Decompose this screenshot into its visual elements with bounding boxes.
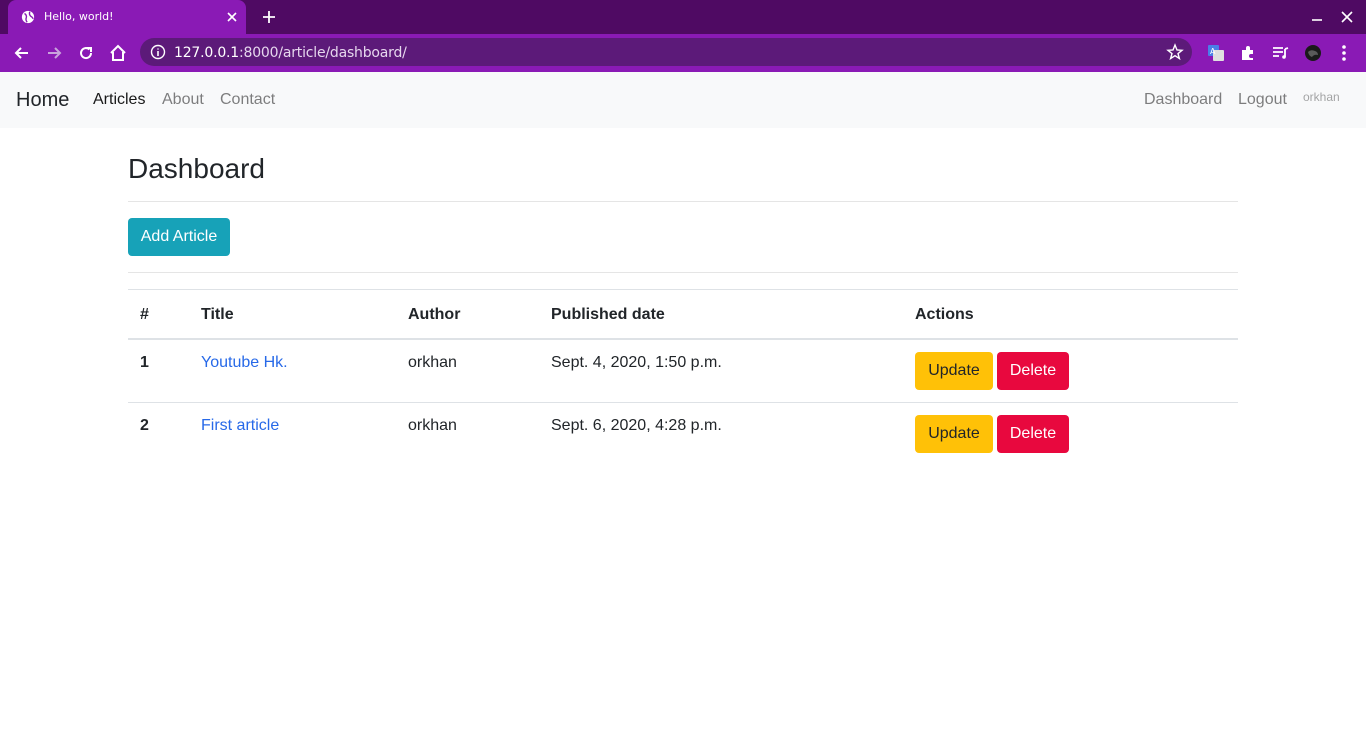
menu-kebab-icon[interactable] <box>1334 43 1354 63</box>
browser-toolbar: 127.0.0.1:8000/article/dashboard/ A <box>0 34 1366 72</box>
browser-tab-bar: Hello, world! <box>0 0 1366 34</box>
current-username: orkhan <box>1303 90 1340 104</box>
delete-button[interactable]: Delete <box>997 352 1069 390</box>
minimize-icon[interactable] <box>1310 10 1324 24</box>
home-icon[interactable] <box>108 43 128 63</box>
extensions-puzzle-icon[interactable] <box>1238 43 1258 63</box>
update-button[interactable]: Update <box>915 415 993 453</box>
info-icon[interactable] <box>150 44 166 60</box>
divider <box>128 201 1238 202</box>
media-queue-icon[interactable] <box>1270 43 1290 63</box>
url-host: 127.0.0.1 <box>174 45 239 61</box>
brand-home-link[interactable]: Home <box>16 89 69 112</box>
column-header-number: # <box>140 306 149 323</box>
column-header-title: Title <box>201 306 234 323</box>
new-tab-icon[interactable] <box>261 9 277 25</box>
nav-link-about[interactable]: About <box>162 91 204 109</box>
translate-icon[interactable]: A <box>1206 43 1226 63</box>
delete-button[interactable]: Delete <box>997 415 1069 453</box>
row-number: 2 <box>140 417 149 434</box>
articles-table: # Title Author Published date Actions 1 … <box>128 289 1238 466</box>
row-number: 1 <box>140 354 149 371</box>
site-navbar: Home Articles About Contact Dashboard Lo… <box>0 72 1366 128</box>
article-title-link[interactable]: First article <box>201 417 279 435</box>
svg-text:A: A <box>1210 47 1216 56</box>
url-text: 127.0.0.1:8000/article/dashboard/ <box>174 45 407 61</box>
nav-link-articles[interactable]: Articles <box>93 91 145 109</box>
browser-tab[interactable]: Hello, world! <box>8 0 246 34</box>
nav-link-contact[interactable]: Contact <box>220 91 275 109</box>
bookmark-star-icon[interactable] <box>1166 43 1184 61</box>
table-header: # Title Author Published date Actions <box>128 290 1238 340</box>
nav-link-logout[interactable]: Logout <box>1238 91 1287 109</box>
article-published-date: Sept. 4, 2020, 1:50 p.m. <box>551 354 722 371</box>
forward-arrow-icon[interactable] <box>44 43 64 63</box>
page-title: Dashboard <box>128 153 265 184</box>
back-arrow-icon[interactable] <box>12 43 32 63</box>
close-tab-icon[interactable] <box>224 9 240 25</box>
column-header-author: Author <box>408 306 461 323</box>
article-author: orkhan <box>408 354 457 371</box>
update-button[interactable]: Update <box>915 352 993 390</box>
add-article-button[interactable]: Add Article <box>128 218 230 256</box>
divider <box>128 272 1238 273</box>
url-path: :8000/article/dashboard/ <box>239 45 407 61</box>
article-published-date: Sept. 6, 2020, 4:28 p.m. <box>551 417 722 434</box>
table-row: 1 Youtube Hk. orkhan Sept. 4, 2020, 1:50… <box>128 340 1238 403</box>
table-row: 2 First article orkhan Sept. 6, 2020, 4:… <box>128 403 1238 466</box>
tab-title: Hello, world! <box>44 10 114 23</box>
article-author: orkhan <box>408 417 457 434</box>
column-header-published-date: Published date <box>551 306 665 323</box>
reload-icon[interactable] <box>76 43 96 63</box>
nav-link-dashboard[interactable]: Dashboard <box>1144 91 1222 109</box>
address-bar[interactable]: 127.0.0.1:8000/article/dashboard/ <box>140 38 1192 66</box>
article-title-link[interactable]: Youtube Hk. <box>201 354 288 372</box>
column-header-actions: Actions <box>915 306 974 323</box>
profile-avatar-icon[interactable] <box>1303 43 1323 63</box>
globe-icon <box>21 10 35 24</box>
close-window-icon[interactable] <box>1340 10 1354 24</box>
